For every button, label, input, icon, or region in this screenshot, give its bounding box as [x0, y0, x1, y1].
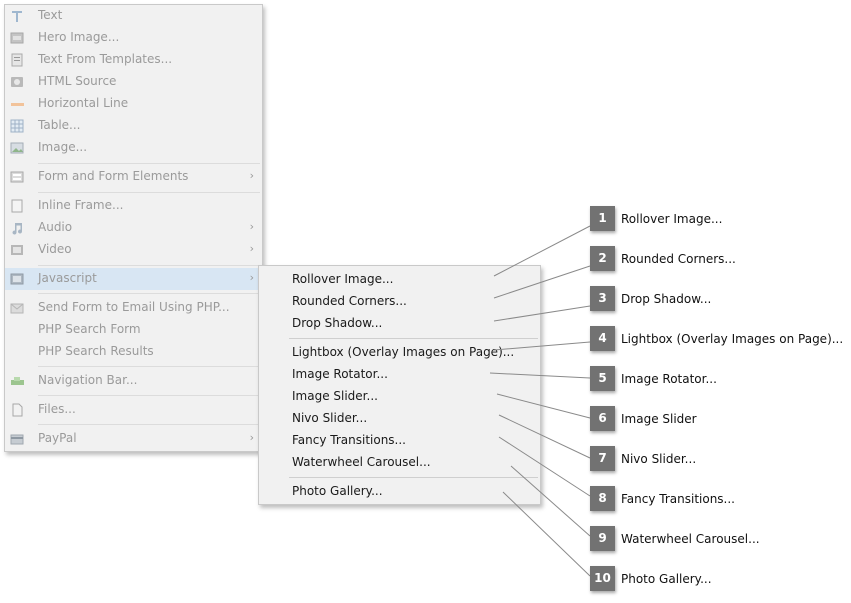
- callout-label: Rollover Image...: [621, 212, 723, 226]
- callout-label: Lightbox (Overlay Images on Page)...: [621, 332, 844, 346]
- leader-line: [493, 341, 591, 351]
- callout-number-badge: 10: [590, 566, 615, 591]
- callout-number-badge: 2: [590, 246, 615, 271]
- callout-number-badge: 5: [590, 366, 615, 391]
- leader-line: [493, 265, 591, 299]
- leader-line: [489, 372, 591, 379]
- callout-label: Rounded Corners...: [621, 252, 736, 266]
- callout-number-badge: 8: [590, 486, 615, 511]
- leader-line: [493, 225, 591, 277]
- leader-line: [493, 305, 591, 322]
- callout-number-badge: 9: [590, 526, 615, 551]
- callout-leader-lines: [489, 225, 591, 577]
- callout-label: Nivo Slider...: [621, 452, 697, 466]
- leader-line: [498, 436, 591, 497]
- leader-line: [502, 491, 591, 577]
- callout-label: Drop Shadow...: [621, 292, 712, 306]
- callout-label: Image Slider: [621, 412, 697, 426]
- leader-line: [510, 465, 591, 537]
- leader-line: [496, 393, 591, 419]
- callout-number-badge: 6: [590, 406, 615, 431]
- callout-number-badge: 7: [590, 446, 615, 471]
- callout-label: Fancy Transitions...: [621, 492, 735, 506]
- callout-number-badge: 1: [590, 206, 615, 231]
- callout-label: Waterwheel Carousel...: [621, 532, 760, 546]
- callout-label: Photo Gallery...: [621, 572, 712, 586]
- callout-number-badge: 4: [590, 326, 615, 351]
- callout-number-badge: 3: [590, 286, 615, 311]
- callout-label: Image Rotator...: [621, 372, 717, 386]
- leader-line: [498, 414, 591, 459]
